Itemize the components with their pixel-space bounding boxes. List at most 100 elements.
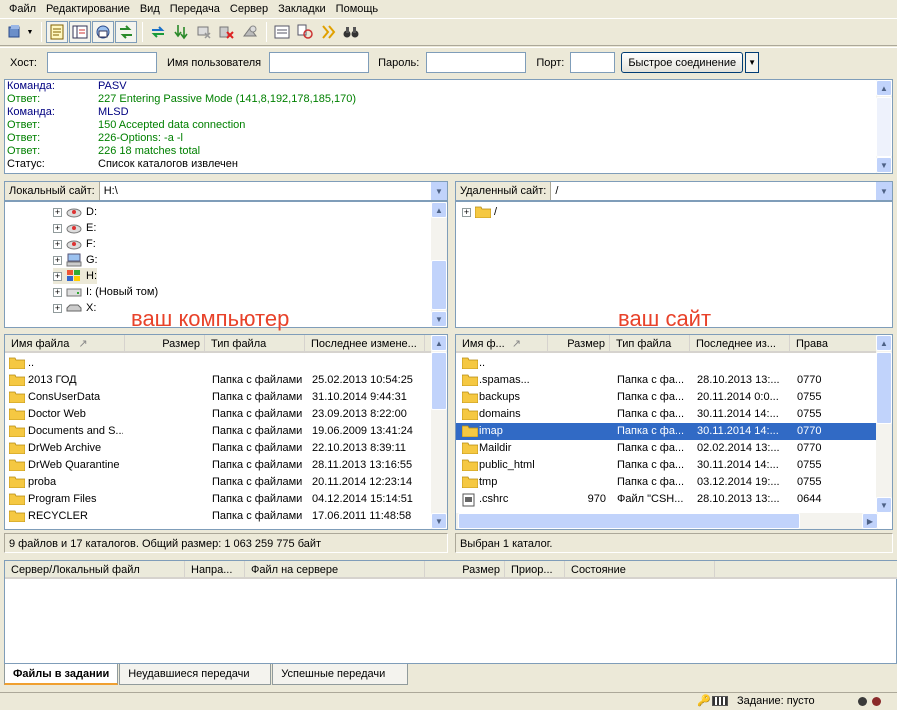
column-filename[interactable]: Имя ф... ↗ xyxy=(456,335,548,353)
scroll-track[interactable] xyxy=(876,97,892,157)
host-input[interactable] xyxy=(46,52,157,73)
refresh-button[interactable] xyxy=(147,21,169,43)
tree-node-drive[interactable]: + X: xyxy=(53,300,96,316)
column-type[interactable]: Тип файла xyxy=(205,335,305,353)
file-row[interactable]: public_html Папка с фа... 30.11.2014 14:..… xyxy=(456,457,878,474)
scroll-up-button[interactable]: ▲ xyxy=(876,80,892,96)
scroll-up-button[interactable]: ▲ xyxy=(876,335,892,351)
scroll-thumb[interactable] xyxy=(458,513,800,529)
file-row[interactable]: .spamas... Папка с фа... 28.10.2013 13:...… xyxy=(456,372,878,389)
file-row[interactable]: imap Папка с фа... 30.11.2014 14:... 0770 xyxy=(456,423,878,440)
column-modified[interactable]: Последнее из... xyxy=(690,335,790,353)
scroll-thumb[interactable] xyxy=(431,352,447,410)
column-size[interactable]: Размер xyxy=(548,335,610,353)
process-queue-button[interactable] xyxy=(170,21,192,43)
expand-icon[interactable]: + xyxy=(53,223,62,233)
remote-file-list[interactable]: Имя ф... ↗ Размер Тип файла Последнее из… xyxy=(455,334,893,530)
column-permissions[interactable]: Права xyxy=(790,335,878,353)
password-input[interactable] xyxy=(426,52,527,73)
port-input[interactable] xyxy=(570,52,616,73)
tab-queued-files[interactable]: Файлы в задании xyxy=(4,664,119,685)
column-state[interactable]: Состояние xyxy=(565,561,715,579)
tree-node-drive[interactable]: + F: xyxy=(53,236,96,252)
column-modified[interactable]: Последнее измене... xyxy=(305,335,425,353)
file-row[interactable]: Documents and S... Папка с файлами 19.06.2… xyxy=(5,423,433,440)
message-log[interactable]: Команда: PASV Ответ: 227 Entering Passive M… xyxy=(4,79,893,174)
menu-bookmarks[interactable]: Закладки xyxy=(273,0,331,18)
site-manager-button[interactable]: ▼ xyxy=(4,21,36,43)
scroll-right-button[interactable]: ▶ xyxy=(862,513,878,529)
tree-node-drive[interactable]: + D: xyxy=(53,204,97,220)
tree-node-drive[interactable]: + E: xyxy=(53,220,96,236)
column-type[interactable]: Тип файла xyxy=(610,335,690,353)
expand-icon[interactable]: + xyxy=(53,239,62,249)
local-list-scrollbar[interactable]: ▲ ▼ xyxy=(431,335,447,529)
remote-list-scrollbar[interactable]: ▲ ▼ xyxy=(876,335,892,513)
file-row[interactable]: Doctor Web Папка с файлами 23.09.2013 8:22… xyxy=(5,406,433,423)
file-row[interactable]: .. xyxy=(456,355,878,372)
toggle-queue-button[interactable] xyxy=(115,21,137,43)
file-row[interactable]: .cshrc 970 Файл "CSH... 28.10.2013 13:... 06… xyxy=(456,491,878,508)
file-row[interactable]: Program Files Папка с файлами 04.12.2014 1… xyxy=(5,491,433,508)
file-row[interactable]: 2013 ГОД Папка с файлами 25.02.2013 10:54:… xyxy=(5,372,433,389)
tree-node-drive[interactable]: + I: (Новый том) xyxy=(53,284,158,300)
scroll-thumb[interactable] xyxy=(876,352,892,424)
file-row[interactable]: DrWeb Archive Папка с файлами 22.10.2013 8… xyxy=(5,440,433,457)
expand-icon[interactable]: + xyxy=(53,255,62,265)
tree-node-root[interactable]: + / xyxy=(462,204,497,220)
expand-icon[interactable]: + xyxy=(462,207,471,217)
expand-icon[interactable]: + xyxy=(53,207,62,217)
file-row[interactable]: tmp Папка с фа... 03.12.2014 19:... 0755 xyxy=(456,474,878,491)
scroll-up-button[interactable]: ▲ xyxy=(431,335,447,351)
log-scrollbar[interactable]: ▲ ▼ xyxy=(876,80,892,173)
toggle-log-button[interactable] xyxy=(46,21,68,43)
expand-icon[interactable]: + xyxy=(53,303,62,313)
expand-icon[interactable]: + xyxy=(53,287,62,297)
local-path-input[interactable]: H:\ xyxy=(99,182,431,200)
menu-server[interactable]: Сервер xyxy=(225,0,273,18)
menu-transfer[interactable]: Передача xyxy=(165,0,225,18)
tree-node-drive[interactable]: + H: xyxy=(53,268,97,284)
file-row[interactable]: .. xyxy=(5,355,433,372)
scroll-up-button[interactable]: ▲ xyxy=(431,202,447,218)
file-row[interactable]: RECYCLER Папка с файлами 17.06.2011 11:48:… xyxy=(5,508,433,525)
file-row[interactable]: proba Папка с файлами 20.11.2014 12:23:14 xyxy=(5,474,433,491)
reconnect-button[interactable] xyxy=(239,21,261,43)
search-remote-files-button[interactable] xyxy=(340,21,362,43)
scroll-down-button[interactable]: ▼ xyxy=(431,311,447,327)
local-path-dropdown[interactable]: ▼ xyxy=(431,182,447,200)
transfer-queue[interactable]: Сервер/Локальный файл Напра... Файл на с… xyxy=(4,560,897,664)
column-local-file[interactable]: Сервер/Локальный файл xyxy=(5,561,185,579)
compare-directories-button[interactable] xyxy=(294,21,316,43)
synchronized-browsing-button[interactable] xyxy=(317,21,339,43)
file-row[interactable]: domains Папка с фа... 30.11.2014 14:... 075… xyxy=(456,406,878,423)
file-row[interactable]: Maildir Папка с фа... 02.02.2014 13:... 077… xyxy=(456,440,878,457)
remote-list-hscrollbar[interactable]: ▶ xyxy=(456,513,878,529)
column-size[interactable]: Размер xyxy=(125,335,205,353)
local-tree-scrollbar[interactable]: ▲ ▼ xyxy=(431,202,447,327)
file-row[interactable]: ConsUserData Папка с файлами 31.10.2014 9:… xyxy=(5,389,433,406)
scroll-thumb[interactable] xyxy=(431,260,447,310)
menu-view[interactable]: Вид xyxy=(135,0,165,18)
local-file-list[interactable]: Имя файла ↗ Размер Тип файла Последнее и… xyxy=(4,334,448,530)
scroll-down-button[interactable]: ▼ xyxy=(876,497,892,513)
tree-node-drive[interactable]: + G: xyxy=(53,252,98,268)
cancel-operation-button[interactable] xyxy=(193,21,215,43)
column-priority[interactable]: Приор... xyxy=(505,561,565,579)
tab-successful-transfers[interactable]: Успешные передачи xyxy=(272,664,409,685)
menu-help[interactable]: Помощь xyxy=(331,0,384,18)
directory-listing-filters-button[interactable] xyxy=(271,21,293,43)
quickconnect-button[interactable]: Быстрое соединение xyxy=(621,52,744,73)
file-row[interactable]: DrWeb Quarantine Папка с файлами 28.11.201… xyxy=(5,457,433,474)
column-remote-file[interactable]: Файл на сервере xyxy=(245,561,425,579)
tab-failed-transfers[interactable]: Неудавшиеся передачи xyxy=(119,664,272,685)
column-direction[interactable]: Напра... xyxy=(185,561,245,579)
quickconnect-history-dropdown[interactable]: ▼ xyxy=(745,52,760,73)
scroll-down-button[interactable]: ▼ xyxy=(876,157,892,173)
file-row[interactable]: backups Папка с фа... 20.11.2014 0:0... 075… xyxy=(456,389,878,406)
menu-edit[interactable]: Редактирование xyxy=(41,0,135,18)
username-input[interactable] xyxy=(269,52,370,73)
remote-path-input[interactable]: / xyxy=(551,182,876,200)
toggle-remote-tree-button[interactable] xyxy=(92,21,114,43)
column-filename[interactable]: Имя файла ↗ xyxy=(5,335,125,353)
